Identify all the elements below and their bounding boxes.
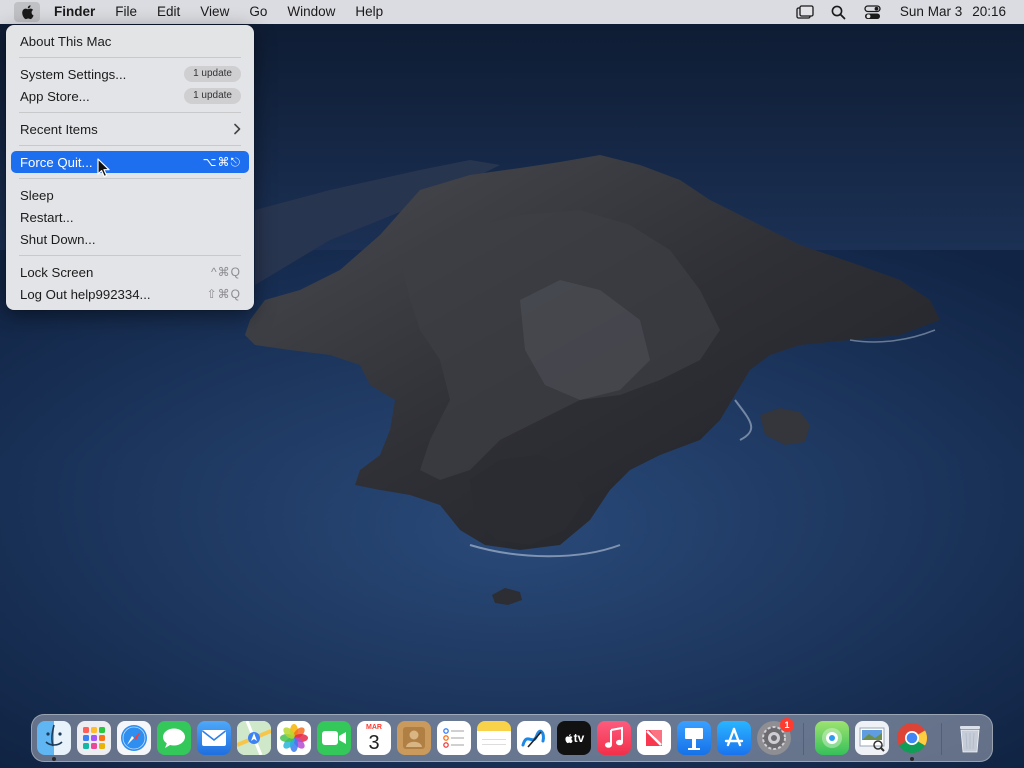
menubar-date[interactable]: Sun Mar 3 [890,0,966,24]
menubar-time[interactable]: 20:16 [966,0,1024,24]
dock-facetime-icon[interactable] [317,721,351,755]
keyboard-shortcut: ⌥⌘⎋ [202,154,241,169]
calendar-month: MAR [366,724,382,731]
dock: MAR 3 tv 1 [31,714,993,762]
menu-item-label: About This Mac [20,33,112,49]
dock-finder-icon[interactable] [37,721,71,755]
dock-calendar-icon[interactable]: MAR 3 [357,721,391,755]
menu-item-sleep[interactable]: Sleep [11,184,249,206]
menu-item-label: System Settings... [20,66,127,82]
menu-item-about-this-mac[interactable]: About This Mac [11,30,249,52]
dock-contacts-icon[interactable] [397,721,431,755]
update-badge: 1 update [184,66,241,82]
menu-separator [19,57,241,58]
running-indicator [52,757,56,761]
running-indicator [910,757,914,761]
menu-item-label: Restart... [20,209,74,225]
menu-bar: Finder File Edit View Go Window Help Sun… [0,0,1024,24]
dock-mail-icon[interactable] [197,721,231,755]
dock-preview-icon[interactable] [855,721,889,755]
dock-launchpad-icon[interactable] [77,721,111,755]
menu-item-label: Lock Screen [20,264,94,280]
menu-item-app-store[interactable]: App Store... 1 update [11,85,249,107]
dock-music-icon[interactable] [597,721,631,755]
menu-item-label: Log Out help992334... [20,286,151,302]
calendar-day: 3 [368,732,380,754]
menu-separator [19,112,241,113]
dock-separator [941,723,942,755]
menu-item-shut-down[interactable]: Shut Down... [11,228,249,250]
menubar-window[interactable]: Window [277,0,345,24]
dock-separator [803,723,804,755]
tv-label: tv [573,731,585,745]
apple-logo-icon [565,733,573,743]
menu-item-label: Recent Items [20,121,98,137]
menu-separator [19,145,241,146]
menubar-view[interactable]: View [190,0,239,24]
menu-item-label: Force Quit... [20,154,93,170]
menu-item-label: Shut Down... [20,231,96,247]
spotlight-search-icon[interactable] [822,0,856,24]
menubar-status-area: Sun Mar 3 20:16 [788,0,1024,24]
dock-app-store-icon[interactable] [717,721,751,755]
menu-item-label: Sleep [20,187,54,203]
menubar-go[interactable]: Go [239,0,277,24]
keyboard-shortcut: ⇧⌘Q [206,287,241,301]
menubar-edit[interactable]: Edit [147,0,190,24]
menu-item-recent-items[interactable]: Recent Items [11,118,249,140]
dock-tv-icon[interactable]: tv [557,721,591,755]
menu-item-force-quit[interactable]: Force Quit... ⌥⌘⎋ [11,151,249,173]
screen-mirroring-icon[interactable] [788,0,822,24]
keyboard-shortcut: ^⌘Q [211,265,241,279]
menu-item-lock-screen[interactable]: Lock Screen ^⌘Q [11,261,249,283]
menubar-app-name[interactable]: Finder [44,0,105,24]
menu-item-label: App Store... [20,88,90,104]
dock-notes-icon[interactable] [477,721,511,755]
menubar-file[interactable]: File [105,0,147,24]
dock-find-my-icon[interactable] [815,721,849,755]
dock-chrome-icon[interactable] [895,721,929,755]
notification-badge: 1 [780,718,794,732]
update-badge: 1 update [184,88,241,104]
apple-logo-icon [22,5,34,20]
apple-menu-button[interactable] [14,2,40,22]
dock-maps-icon[interactable] [237,721,271,755]
menu-item-system-settings[interactable]: System Settings... 1 update [11,63,249,85]
dock-reminders-icon[interactable] [437,721,471,755]
dock-news-icon[interactable] [637,721,671,755]
dock-photos-icon[interactable] [277,721,311,755]
apple-menu-dropdown: About This Mac System Settings... 1 upda… [6,25,254,310]
dock-safari-icon[interactable] [117,721,151,755]
dock-messages-icon[interactable] [157,721,191,755]
chevron-right-icon [234,123,241,135]
menubar-help[interactable]: Help [345,0,393,24]
menu-separator [19,255,241,256]
menu-item-log-out[interactable]: Log Out help992334... ⇧⌘Q [11,283,249,305]
menu-separator [19,178,241,179]
dock-trash-icon[interactable] [953,721,987,755]
dock-freeform-icon[interactable] [517,721,551,755]
control-center-icon[interactable] [856,0,890,24]
dock-keynote-icon[interactable] [677,721,711,755]
mouse-pointer-icon [97,158,110,178]
menu-item-restart[interactable]: Restart... [11,206,249,228]
